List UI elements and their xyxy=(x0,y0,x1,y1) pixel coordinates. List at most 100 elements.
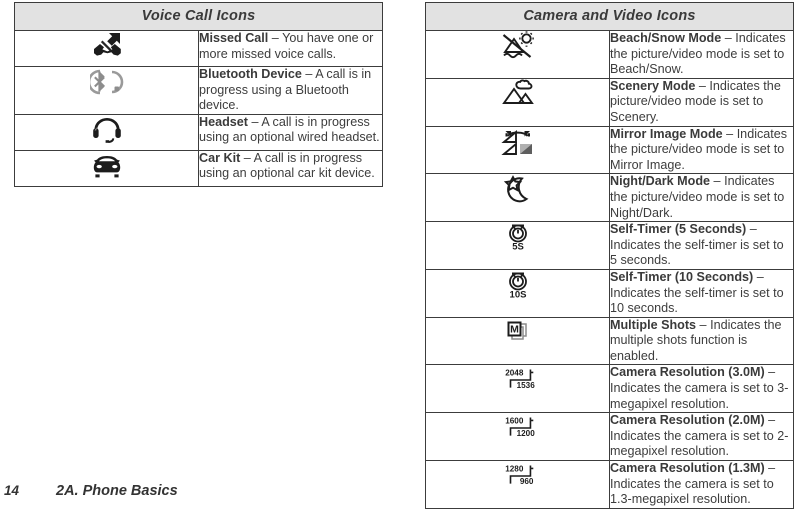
footer-page-number: 14 xyxy=(4,483,20,498)
camera-video-icons-table: Camera and Video Icons Beach/Snow Mode –… xyxy=(425,2,794,509)
icon-dash: – xyxy=(764,461,776,476)
icon-cell: 1600 1200 xyxy=(425,412,610,462)
icon-dash: – xyxy=(248,114,262,129)
icon-label: Self-Timer (5 Seconds) xyxy=(610,222,747,237)
table-row: Car Kit – A call is in progress using an… xyxy=(14,149,383,187)
icon-dash: – xyxy=(764,365,776,380)
icon-label: Bluetooth Device xyxy=(199,67,302,81)
self-timer-10-icon-text: 10S xyxy=(509,290,526,300)
table-row: 10S Self-Timer (10 Seconds) – Indicates … xyxy=(425,268,794,318)
icon-label: Headset xyxy=(199,114,248,129)
description-cell: Self-Timer (5 Seconds) – Indicates the s… xyxy=(609,221,794,270)
camera-resolution-3m-height-text: 1536 xyxy=(516,382,535,391)
bluetooth-device-icon xyxy=(89,67,124,97)
icon-label: Missed Call xyxy=(199,31,269,45)
table-row: Beach/Snow Mode – Indicates the picture/… xyxy=(425,30,794,79)
multiple-shots-icon: M xyxy=(501,318,535,348)
icon-description: Indicates the camera is set to 3-megapix… xyxy=(610,381,789,411)
icon-cell: 10S xyxy=(425,268,610,318)
icon-cell xyxy=(425,30,610,79)
icon-cell: 2048 1536 xyxy=(425,364,610,414)
icon-dash: – xyxy=(721,31,736,45)
icon-cell xyxy=(425,77,610,127)
icon-dash: – xyxy=(753,269,764,284)
table-row: Headset – A call is in progress using an… xyxy=(14,113,383,151)
voice-call-table-caption: Voice Call Icons xyxy=(14,2,383,31)
self-timer-5-seconds-icon: 5S xyxy=(501,222,535,252)
icon-dash: – xyxy=(301,67,316,81)
icon-label: Beach/Snow Mode xyxy=(610,31,722,45)
camera-resolution-2m-icon: 1600 1200 xyxy=(501,413,535,443)
icon-cell: M xyxy=(425,316,610,366)
table-row: Night/Dark Mode – Indicates the picture/… xyxy=(425,173,794,223)
description-cell: Camera Resolution (3.0M) – Indicates the… xyxy=(609,364,794,414)
description-cell: Multiple Shots – Indicates the multiple … xyxy=(609,316,794,366)
multiple-shots-icon-text: M xyxy=(510,323,519,335)
scenery-mode-icon xyxy=(501,79,535,109)
description-cell: Camera Resolution (2.0M) – Indicates the… xyxy=(609,412,794,462)
table-row: M Multiple Shots – Indicates the multipl… xyxy=(425,316,794,366)
icon-label: Self-Timer (10 Seconds) xyxy=(610,269,754,284)
icon-dash: – xyxy=(764,413,776,428)
icon-cell xyxy=(425,125,610,175)
camera-resolution-1-3m-width-text: 1280 xyxy=(505,465,524,474)
icon-description: Indicates the camera is set to 2-megapix… xyxy=(610,428,789,459)
description-cell: Missed Call – You have one or more misse… xyxy=(198,30,383,67)
icon-label: Camera Resolution (2.0M) xyxy=(610,413,765,428)
icon-label: Mirror Image Mode xyxy=(610,126,723,141)
footer-section-title: 2A. Phone Basics xyxy=(56,483,178,499)
description-cell: Self-Timer (10 Seconds) – Indicates the … xyxy=(609,268,794,318)
table-row: Scenery Mode – Indicates the picture/vid… xyxy=(425,77,794,127)
icon-dash: – xyxy=(696,317,711,332)
icon-cell xyxy=(14,66,199,115)
description-cell: Scenery Mode – Indicates the picture/vid… xyxy=(609,77,794,127)
icon-label: Scenery Mode xyxy=(610,78,696,93)
voice-call-icons-table: Voice Call Icons Missed Call – You have … xyxy=(14,2,383,187)
description-cell: Car Kit – A call is in progress using an… xyxy=(198,149,383,187)
icon-cell: 5S xyxy=(425,221,610,270)
camera-resolution-2m-height-text: 1200 xyxy=(516,429,535,438)
icon-description: Indicates the self-timer is set to 10 se… xyxy=(610,285,784,316)
icon-dash: – xyxy=(710,174,725,189)
table-row: Bluetooth Device – A call is in progress… xyxy=(14,66,383,115)
mirror-image-mode-icon xyxy=(500,127,535,157)
missed-call-icon xyxy=(90,31,124,61)
icon-cell xyxy=(14,149,199,187)
icon-label: Night/Dark Mode xyxy=(610,174,711,189)
self-timer-5-icon-text: 5S xyxy=(512,242,524,252)
table-row: Missed Call – You have one or more misse… xyxy=(14,30,383,67)
table-row: Mirror Image Mode – Indicates the pictur… xyxy=(425,125,794,175)
camera-resolution-3m-icon: 2048 1536 xyxy=(501,365,535,395)
icon-dash: – xyxy=(268,31,283,45)
icon-dash: – xyxy=(695,78,710,93)
icon-cell xyxy=(14,30,199,67)
icon-label: Multiple Shots xyxy=(610,317,697,332)
icon-cell xyxy=(425,173,610,223)
icon-label: Camera Resolution (1.3M) xyxy=(610,461,765,476)
table-row: 2048 1536 Camera Resolution (3.0M) – Ind… xyxy=(425,364,794,414)
icon-description: Indicates the self-timer is set to 5 sec… xyxy=(610,237,784,268)
camera-video-table-caption: Camera and Video Icons xyxy=(425,2,794,31)
page-footer: 14 2A. Phone Basics xyxy=(0,483,794,505)
description-cell: Night/Dark Mode – Indicates the picture/… xyxy=(609,173,794,223)
table-row: 5S Self-Timer (5 Seconds) – Indicates th… xyxy=(425,221,794,270)
table-caption-row: Voice Call Icons xyxy=(14,2,383,31)
description-cell: Beach/Snow Mode – Indicates the picture/… xyxy=(609,30,794,79)
icon-dash: – xyxy=(240,150,254,165)
icon-dash: – xyxy=(746,222,757,237)
description-cell: Headset – A call is in progress using an… xyxy=(198,113,383,151)
icon-dash: – xyxy=(722,126,737,141)
self-timer-10-seconds-icon: 10S xyxy=(501,270,535,300)
table-caption-row: Camera and Video Icons xyxy=(425,2,794,31)
icon-cell xyxy=(14,113,199,151)
beach-snow-mode-icon xyxy=(501,31,535,61)
night-dark-mode-icon xyxy=(501,174,535,204)
icon-label: Camera Resolution (3.0M) xyxy=(610,365,765,380)
headset-icon xyxy=(90,115,124,145)
camera-resolution-2m-width-text: 1600 xyxy=(505,417,524,426)
description-cell: Mirror Image Mode – Indicates the pictur… xyxy=(609,125,794,175)
camera-resolution-3m-width-text: 2048 xyxy=(505,369,524,378)
icon-label: Car Kit xyxy=(199,150,241,165)
table-row: 1600 1200 Camera Resolution (2.0M) – Ind… xyxy=(425,412,794,462)
car-kit-icon xyxy=(90,151,124,181)
